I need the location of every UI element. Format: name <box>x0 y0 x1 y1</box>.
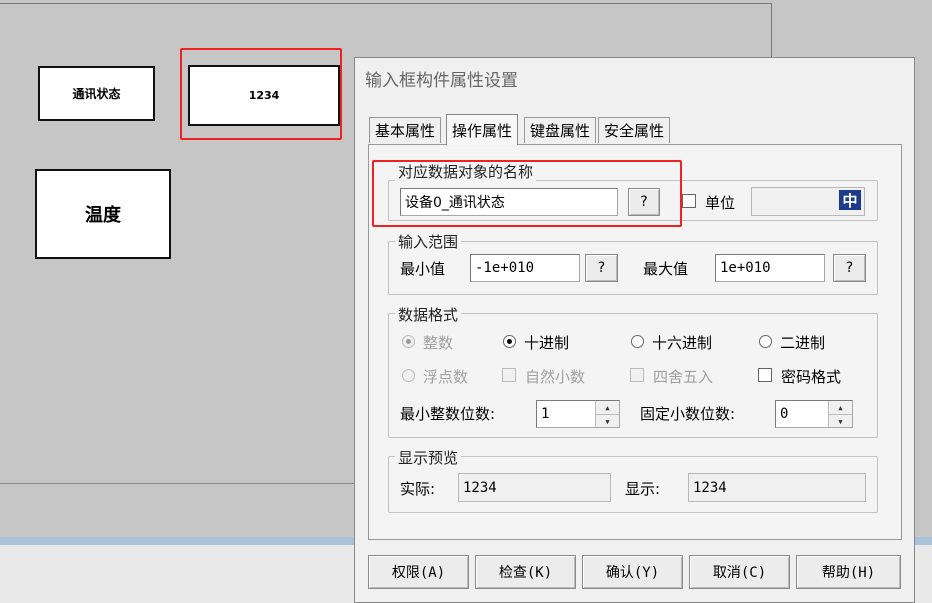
max-value-browse-button[interactable]: ? <box>833 254 866 282</box>
tab-basic[interactable]: 基本属性 <box>369 117 442 143</box>
min-value-browse-button[interactable]: ? <box>585 254 618 282</box>
min-int-digits-input[interactable]: 1 ▲ ▼ <box>536 400 620 428</box>
data-object-name-input[interactable]: 设备0_通讯状态 <box>400 188 618 216</box>
natural-decimal-checkbox[interactable] <box>502 368 516 382</box>
confirm-button[interactable]: 确认(Y) <box>582 555 683 589</box>
spin-down-icon[interactable]: ▼ <box>829 415 852 428</box>
data-object-group-label: 对应数据对象的名称 <box>395 161 537 182</box>
property-dialog: 输入框构件属性设置 基本属性 操作属性 键盘属性 安全属性 对应数据对象的名称 … <box>354 57 915 603</box>
fixed-decimal-input[interactable]: 0 ▲ ▼ <box>775 400 853 428</box>
unit-checkbox[interactable] <box>682 194 696 208</box>
binary-label: 二进制 <box>780 334 826 352</box>
input-range-group-label: 输入范围 <box>395 231 462 252</box>
fixed-decimal-label: 固定小数位数: <box>640 405 736 423</box>
permission-button[interactable]: 权限(A) <box>368 555 469 589</box>
spin-down-icon[interactable]: ▼ <box>596 415 619 428</box>
decimal-label: 十进制 <box>524 334 570 352</box>
input-box-widget[interactable]: 1234 <box>188 65 340 126</box>
password-format-label: 密码格式 <box>781 368 842 386</box>
tab-keyboard-label: 键盘属性 <box>530 122 591 140</box>
float-label: 浮点数 <box>423 368 469 386</box>
unit-input[interactable]: 中 <box>751 187 865 216</box>
float-radio[interactable] <box>402 369 415 382</box>
password-format-checkbox[interactable] <box>758 368 772 382</box>
ime-indicator-icon: 中 <box>839 190 861 210</box>
input-box-widget-value: 1234 <box>248 89 280 102</box>
integer-radio[interactable] <box>402 335 415 348</box>
display-label: 显示: <box>625 480 661 498</box>
help-button[interactable]: 帮助(H) <box>796 555 901 589</box>
comm-status-label-widget[interactable]: 通讯状态 <box>38 66 155 121</box>
tab-security[interactable]: 安全属性 <box>598 117 671 143</box>
data-object-browse-button[interactable]: ? <box>628 188 660 216</box>
tab-security-label: 安全属性 <box>604 122 665 140</box>
integer-label: 整数 <box>423 334 454 352</box>
binary-radio[interactable] <box>759 335 772 348</box>
cancel-button[interactable]: 取消(C) <box>689 555 790 589</box>
unit-label: 单位 <box>705 194 736 212</box>
dialog-title: 输入框构件属性设置 <box>365 71 518 91</box>
tab-basic-label: 基本属性 <box>375 122 436 140</box>
display-value-field: 1234 <box>688 473 866 502</box>
tab-operation[interactable]: 操作属性 <box>446 114 519 145</box>
natural-decimal-label: 自然小数 <box>525 368 586 386</box>
tab-operation-label: 操作属性 <box>452 121 513 140</box>
temperature-label-widget[interactable]: 温度 <box>35 169 171 259</box>
max-value-label: 最大值 <box>643 260 689 278</box>
min-value-label: 最小值 <box>400 260 446 278</box>
spin-up-icon[interactable]: ▲ <box>829 401 852 415</box>
hex-radio[interactable] <box>631 335 644 348</box>
actual-value-field: 1234 <box>458 473 611 502</box>
actual-label: 实际: <box>400 480 436 498</box>
min-int-digits-label: 最小整数位数: <box>400 405 496 423</box>
temperature-label-text: 温度 <box>85 205 121 226</box>
data-format-group-label: 数据格式 <box>395 304 462 325</box>
decimal-radio[interactable] <box>503 335 516 348</box>
tab-keyboard[interactable]: 键盘属性 <box>524 117 597 143</box>
max-value-input[interactable]: 1e+010 <box>715 254 825 282</box>
hex-label: 十六进制 <box>652 334 713 352</box>
min-int-digits-spinner[interactable]: ▲ ▼ <box>595 401 619 427</box>
fixed-decimal-value: 0 <box>780 406 789 422</box>
preview-group-label: 显示预览 <box>395 447 462 468</box>
comm-status-label-text: 通讯状态 <box>72 87 121 101</box>
canvas-top-border <box>0 3 772 4</box>
min-int-digits-value: 1 <box>541 406 550 422</box>
round-label: 四舍五入 <box>653 368 714 386</box>
fixed-decimal-spinner[interactable]: ▲ ▼ <box>828 401 852 427</box>
check-button[interactable]: 检查(K) <box>475 555 576 589</box>
spin-up-icon[interactable]: ▲ <box>596 401 619 415</box>
min-value-input[interactable]: -1e+010 <box>470 254 580 282</box>
round-checkbox[interactable] <box>630 368 644 382</box>
